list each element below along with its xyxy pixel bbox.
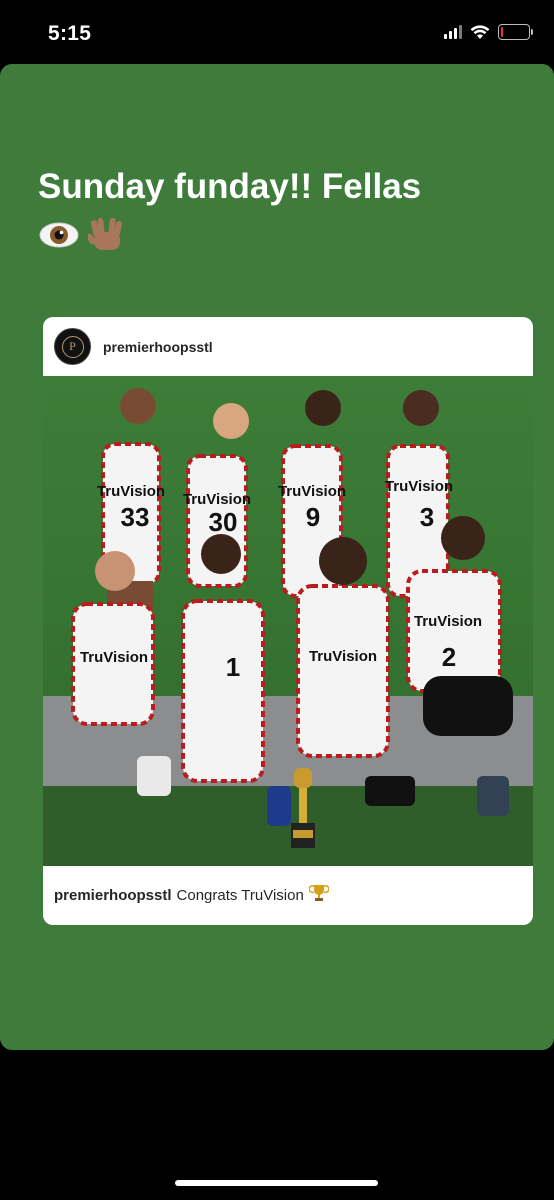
jersey-number: 3 xyxy=(420,502,434,532)
team-photo: TruVision 33 TruVision 30 TruVision 9 Tr… xyxy=(43,376,533,866)
vulcan-salute-icon xyxy=(86,216,126,259)
brand-logo: P xyxy=(61,335,84,358)
home-indicator[interactable] xyxy=(175,1180,378,1186)
jersey-brand: TruVision xyxy=(414,613,482,630)
story-emojis xyxy=(38,216,126,259)
jersey-brand: TruVision xyxy=(97,483,165,500)
eye-icon xyxy=(38,220,80,255)
battery-level xyxy=(501,27,503,37)
post-username[interactable]: premierhoopsstl xyxy=(103,339,213,355)
status-bar: 5:15 xyxy=(0,0,554,64)
cellular-signal-icon xyxy=(444,25,462,39)
status-icons xyxy=(444,24,533,40)
post-header: P premierhoopsstl xyxy=(43,317,533,376)
embedded-post[interactable]: P premierhoopsstl TruVision 33 TruVision… xyxy=(43,317,533,925)
status-time: 5:15 xyxy=(48,22,92,45)
jersey-number: 30 xyxy=(209,507,238,537)
jersey-number: 9 xyxy=(306,502,320,532)
post-caption: premierhoopsstl Congrats TruVision xyxy=(54,883,330,907)
jersey-number: 33 xyxy=(121,502,150,532)
jersey-brand: TruVision xyxy=(80,649,148,666)
battery-icon xyxy=(498,24,533,40)
jersey-brand: TruVision xyxy=(385,478,453,495)
story-text: Sunday funday!! Fellas xyxy=(38,167,422,206)
jersey-brand: TruVision xyxy=(278,483,346,500)
jersey-number: 1 xyxy=(226,652,240,682)
caption-text: Congrats TruVision xyxy=(176,886,304,904)
caption-username[interactable]: premierhoopsstl xyxy=(54,887,172,904)
story-card[interactable]: Sunday funday!! Fellas P premierhoopsstl… xyxy=(0,64,554,1050)
jersey-brand: TruVision xyxy=(309,648,377,665)
jersey-brand: TruVision xyxy=(183,491,251,508)
wifi-icon xyxy=(470,24,490,40)
trophy-icon xyxy=(308,883,330,907)
jersey-number: 2 xyxy=(442,642,456,672)
avatar[interactable]: P xyxy=(54,328,91,365)
